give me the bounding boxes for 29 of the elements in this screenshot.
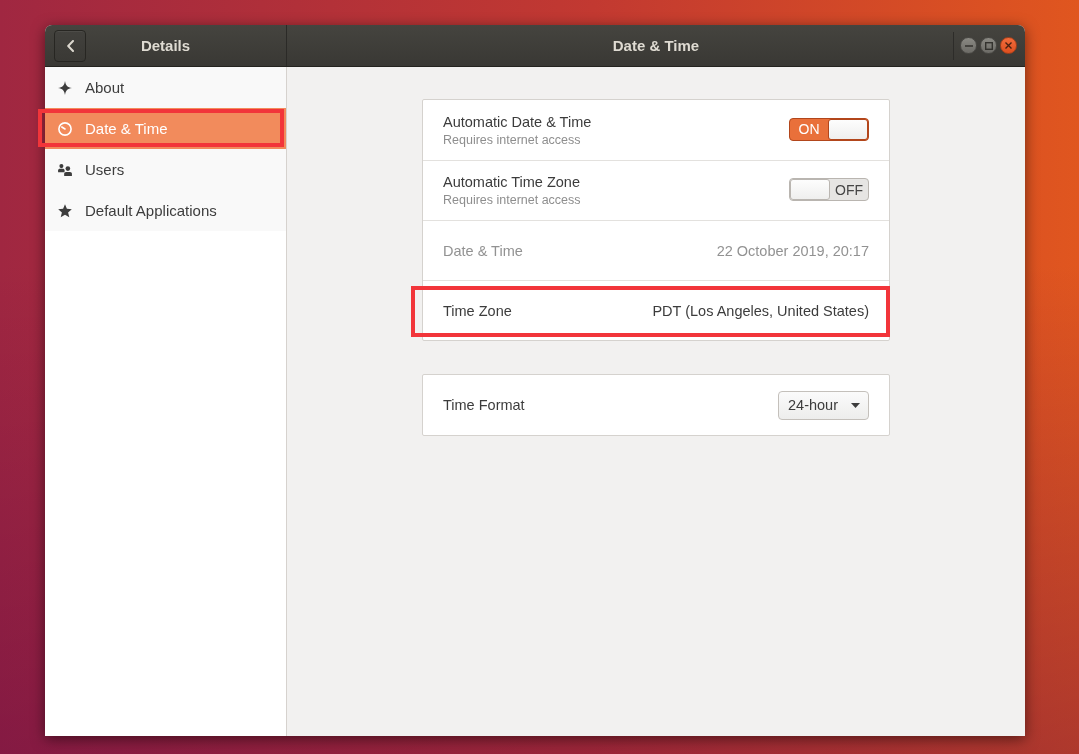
- dropdown-button[interactable]: 24-hour: [778, 390, 869, 420]
- setting-label: Automatic Date & Time: [443, 113, 592, 130]
- close-button[interactable]: [1000, 37, 1017, 54]
- chevron-left-icon: [66, 39, 74, 52]
- setting-value: 22 October 2019, 20:17: [716, 242, 869, 259]
- back-button[interactable]: [54, 29, 86, 62]
- star-icon: [58, 203, 72, 218]
- sidebar-title: Details: [140, 37, 191, 54]
- setting-subtitle: Requires internet access: [443, 193, 581, 207]
- caret-icon: [851, 402, 860, 408]
- maximize-icon: [984, 41, 993, 50]
- setting-label: Date & Time: [443, 242, 523, 259]
- minimize-icon: [964, 44, 973, 47]
- setting-label: Time Zone: [443, 302, 512, 319]
- people-icon: [58, 163, 72, 176]
- sparkle-icon: [58, 80, 72, 95]
- close-icon: [1005, 42, 1012, 49]
- toggle-switch[interactable]: OFF: [789, 178, 869, 201]
- setting-subtitle: Requires internet access: [443, 132, 582, 147]
- maximize-button[interactable]: [980, 37, 997, 54]
- window-title: Date & Time: [612, 37, 700, 54]
- setting-value: PDT (Los Angeles, United States): [652, 302, 869, 319]
- setting-label: Automatic Time Zone: [443, 174, 581, 190]
- clock-icon: [58, 121, 72, 136]
- sidebar-item[interactable]: Default Applications: [45, 190, 286, 231]
- setting-label: Time Format: [443, 397, 525, 413]
- sidebar-item[interactable]: About: [45, 67, 286, 108]
- minimize-button[interactable]: [960, 37, 977, 54]
- sidebar-item[interactable]: Users: [45, 149, 286, 190]
